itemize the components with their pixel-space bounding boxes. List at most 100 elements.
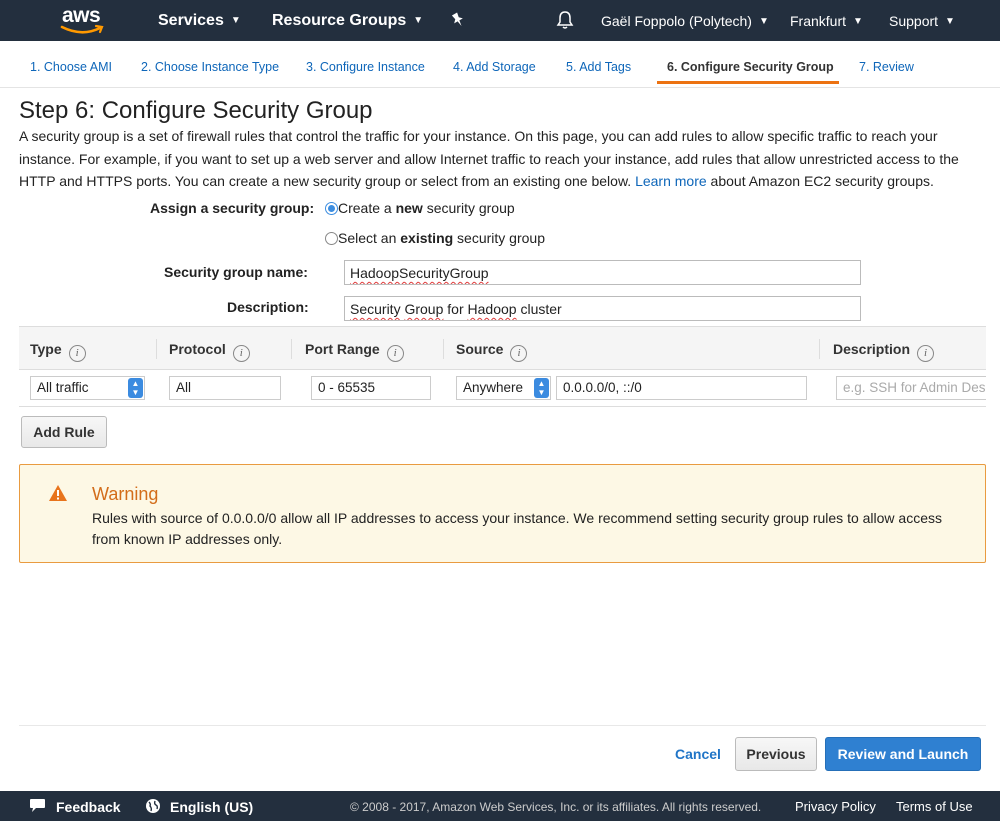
description-input[interactable]: Security Group for Hadoop cluster <box>344 296 861 321</box>
option-existing-bold: existing <box>400 230 454 246</box>
desc-word: Hadoop <box>467 301 517 317</box>
intro-tail-text: about Amazon EC2 security groups. <box>710 173 934 189</box>
active-step-indicator <box>657 81 839 84</box>
region-menu[interactable]: Frankfurt ▼ <box>790 13 863 29</box>
page-title: Step 6: Configure Security Group <box>19 97 373 124</box>
account-label: Gaël Foppolo (Polytech) <box>601 13 752 29</box>
radio-create-new-group[interactable]: Create a new security group <box>325 200 515 216</box>
table-row: All traffic ▲ ▼ All 0 - 65535 Anywhere ▲ ▼… <box>19 370 986 407</box>
footer-bar: Feedback English (US) © 2008 - 2017, Ama… <box>0 791 1000 821</box>
info-icon[interactable]: i <box>510 345 528 362</box>
radio-unselected-icon[interactable] <box>325 232 338 245</box>
header-port-range-label: Port Range <box>305 341 380 357</box>
warning-icon <box>49 485 67 501</box>
column-divider <box>819 339 820 359</box>
rules-table-header: Type i Protocol i Port Range i Source i Desc… <box>19 326 986 370</box>
feedback-icon <box>30 799 45 812</box>
aws-smile-icon <box>60 24 104 34</box>
security-group-name-input[interactable]: HadoopSecurityGroup <box>344 260 861 285</box>
desc-word: Security <box>350 301 401 317</box>
learn-more-link[interactable]: Learn more <box>635 173 707 189</box>
step-add-storage[interactable]: 4. Add Storage <box>453 60 536 74</box>
aws-logo[interactable]: aws <box>58 4 108 36</box>
page-intro: A security group is a set of firewall ru… <box>19 125 994 193</box>
resource-groups-label: Resource Groups <box>272 12 407 29</box>
header-type: Type i <box>30 341 86 362</box>
radio-selected-icon[interactable] <box>325 202 338 215</box>
source-select[interactable]: Anywhere ▲ ▼ <box>456 376 551 400</box>
rule-description-input[interactable]: e.g. SSH for Admin Desktop <box>836 376 986 400</box>
chevron-down-icon: ▼ <box>230 15 241 26</box>
assign-security-group-label: Assign a security group: <box>150 200 315 216</box>
copyright-text: © 2008 - 2017, Amazon Web Services, Inc.… <box>350 800 762 814</box>
desc-word: Group <box>404 301 444 317</box>
services-menu[interactable]: Services ▼ <box>158 12 241 30</box>
desc-word: cluster <box>520 301 562 317</box>
chevron-down-icon: ▼ <box>945 16 955 27</box>
account-menu[interactable]: Gaël Foppolo (Polytech) ▼ <box>601 13 769 29</box>
protocol-input[interactable]: All <box>169 376 281 400</box>
step-configure-security-group[interactable]: 6. Configure Security Group <box>667 60 834 74</box>
header-description: Description i <box>833 341 935 362</box>
info-icon[interactable]: i <box>386 345 404 362</box>
language-selector[interactable]: English (US) <box>170 799 253 815</box>
wizard-steps: 1. Choose AMI 2. Choose Instance Type 3.… <box>0 41 1000 88</box>
chevron-down-icon: ▼ <box>413 15 424 26</box>
column-divider <box>443 339 444 359</box>
bell-icon[interactable] <box>556 10 574 30</box>
header-protocol: Protocol i <box>169 341 250 362</box>
option-new-pre: Create a <box>338 200 396 216</box>
add-rule-button[interactable]: Add Rule <box>21 416 107 448</box>
info-icon[interactable]: i <box>917 345 935 362</box>
header-source-label: Source <box>456 341 504 357</box>
review-and-launch-button[interactable]: Review and Launch <box>825 737 981 771</box>
header-port-range: Port Range i <box>305 341 404 362</box>
column-divider <box>156 339 157 359</box>
chevron-down-icon: ▼ <box>853 16 863 27</box>
security-group-name-value: HadoopSecurityGroup <box>350 265 489 281</box>
globe-icon <box>146 799 160 813</box>
step-choose-instance-type[interactable]: 2. Choose Instance Type <box>141 60 279 74</box>
step-choose-ami[interactable]: 1. Choose AMI <box>30 60 112 74</box>
resource-groups-menu[interactable]: Resource Groups ▼ <box>272 12 423 30</box>
privacy-policy-link[interactable]: Privacy Policy <box>795 799 876 814</box>
step-configure-instance[interactable]: 3. Configure Instance <box>306 60 425 74</box>
header-protocol-label: Protocol <box>169 341 226 357</box>
port-range-input[interactable]: 0 - 65535 <box>311 376 431 400</box>
source-select-value: Anywhere <box>463 380 524 395</box>
type-select-value: All traffic <box>37 380 89 395</box>
radio-select-existing-group[interactable]: Select an existing security group <box>325 230 545 246</box>
desc-word: for <box>447 301 464 317</box>
select-arrows-icon: ▲ ▼ <box>534 378 549 398</box>
warning-body: Rules with source of 0.0.0.0/0 allow all… <box>92 510 943 547</box>
info-icon[interactable]: i <box>68 345 86 362</box>
step-review[interactable]: 7. Review <box>859 60 914 74</box>
pin-icon[interactable] <box>451 12 465 28</box>
region-label: Frankfurt <box>790 13 847 29</box>
warning-alert: Warning Rules with source of 0.0.0.0/0 a… <box>19 464 986 563</box>
info-icon[interactable]: i <box>232 345 250 362</box>
cancel-button[interactable]: Cancel <box>675 746 721 762</box>
services-label: Services <box>158 12 224 29</box>
terms-of-use-link[interactable]: Terms of Use <box>896 799 973 814</box>
option-existing-post: security group <box>453 230 545 246</box>
previous-button[interactable]: Previous <box>735 737 817 771</box>
option-existing-pre: Select an <box>338 230 401 246</box>
select-arrows-icon: ▲ ▼ <box>128 378 143 398</box>
header-source: Source i <box>456 341 528 362</box>
type-select[interactable]: All traffic ▲ ▼ <box>30 376 145 400</box>
chevron-down-icon: ▼ <box>758 16 769 27</box>
source-cidr-input[interactable]: 0.0.0.0/0, ::/0 <box>556 376 807 400</box>
description-label: Description: <box>227 299 309 315</box>
header-type-label: Type <box>30 341 62 357</box>
feedback-link[interactable]: Feedback <box>56 799 121 815</box>
column-divider <box>291 339 292 359</box>
support-menu[interactable]: Support ▼ <box>889 13 955 29</box>
option-new-bold: new <box>395 200 423 216</box>
divider <box>19 725 986 726</box>
top-navigation-bar: aws Services ▼ Resource Groups ▼ Gaël Fopp… <box>0 0 1000 41</box>
support-label: Support <box>889 13 939 29</box>
option-new-post: security group <box>422 200 515 216</box>
step-add-tags[interactable]: 5. Add Tags <box>566 60 631 74</box>
security-group-name-label: Security group name: <box>164 264 308 280</box>
